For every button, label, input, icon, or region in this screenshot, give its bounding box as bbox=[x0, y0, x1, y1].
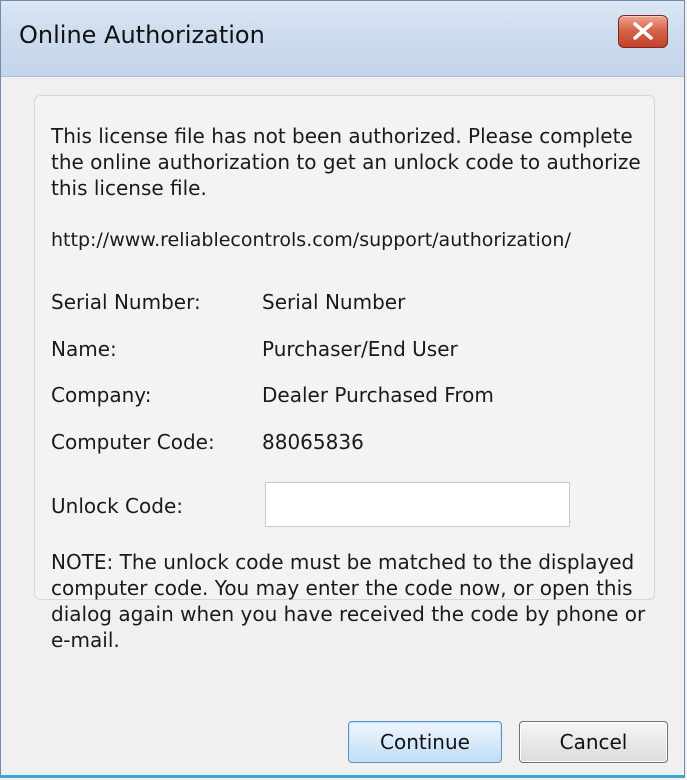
online-authorization-dialog: Online Authorization This license file h… bbox=[0, 0, 685, 778]
authorization-panel: This license file has not been authorize… bbox=[34, 95, 655, 652]
unlock-code-input[interactable] bbox=[265, 482, 570, 527]
name-value: Purchaser/End User bbox=[262, 337, 458, 361]
dialog-content: This license file has not been authorize… bbox=[1, 77, 684, 775]
name-label: Name: bbox=[51, 337, 117, 361]
dialog-titlebar: Online Authorization bbox=[1, 1, 684, 77]
serial-number-value: Serial Number bbox=[262, 290, 406, 314]
unlock-code-label: Unlock Code: bbox=[51, 494, 183, 518]
dialog-buttons: Continue Cancel bbox=[348, 721, 668, 763]
close-button[interactable] bbox=[618, 15, 668, 48]
dialog-title: Online Authorization bbox=[19, 21, 265, 49]
authorization-url: http://www.reliablecontrols.com/support/… bbox=[51, 229, 571, 251]
close-icon bbox=[633, 22, 653, 40]
continue-button[interactable]: Continue bbox=[348, 721, 502, 763]
unlock-code-note: NOTE: The unlock code must be matched to… bbox=[51, 550, 646, 652]
authorization-message: This license file has not been authorize… bbox=[51, 124, 641, 200]
serial-number-label: Serial Number: bbox=[51, 290, 201, 314]
company-value: Dealer Purchased From bbox=[262, 383, 494, 407]
cancel-button[interactable]: Cancel bbox=[519, 721, 668, 763]
computer-code-value: 88065836 bbox=[262, 430, 364, 454]
computer-code-label: Computer Code: bbox=[51, 430, 215, 454]
company-label: Company: bbox=[51, 383, 152, 407]
